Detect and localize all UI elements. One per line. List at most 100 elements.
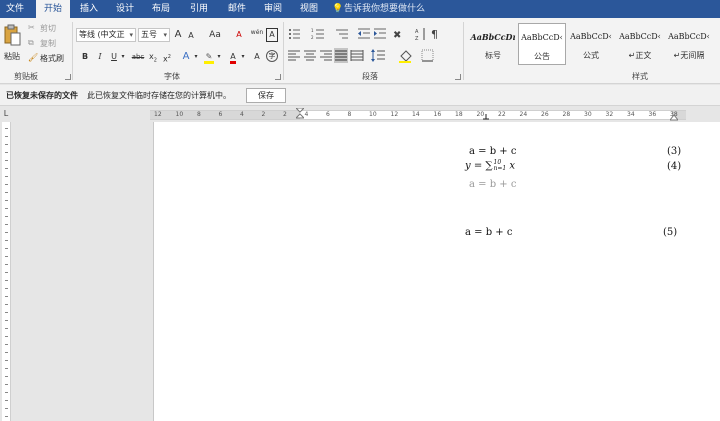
ruler-tick xyxy=(5,232,8,233)
font-color-button[interactable]: A xyxy=(227,50,239,64)
save-button[interactable]: 保存 xyxy=(246,88,286,103)
tab-file[interactable]: 文件 xyxy=(0,0,30,18)
chinese-layout-icon[interactable]: ✖ xyxy=(393,30,401,41)
format-painter-button[interactable]: 🖌 格式刷 xyxy=(28,53,70,65)
chevron-down-icon: ▾ xyxy=(163,31,167,39)
borders-icon[interactable] xyxy=(421,49,434,62)
tab-review[interactable]: 审阅 xyxy=(258,0,288,18)
strikethrough-button[interactable]: abc xyxy=(130,50,146,64)
italic-button[interactable]: I xyxy=(95,50,105,64)
ruler-margin-left xyxy=(150,111,300,119)
ruler-tick xyxy=(5,320,8,321)
eq2-suffix: x xyxy=(506,160,516,172)
char-shading-icon[interactable]: A xyxy=(251,50,263,64)
align-center-icon[interactable] xyxy=(304,50,316,61)
enclose-char-icon[interactable]: 字 xyxy=(266,50,278,62)
shrink-font-button[interactable]: A xyxy=(186,29,196,43)
tell-me-search[interactable]: 💡告诉我你想要做什么 xyxy=(332,0,425,18)
tab-view[interactable]: 视图 xyxy=(294,0,324,18)
chevron-down-icon[interactable]: ▾ xyxy=(216,50,222,64)
align-left-icon[interactable] xyxy=(288,50,300,61)
indent-marker-icon[interactable] xyxy=(296,108,304,120)
eq2-prefix: y = ∑ xyxy=(465,160,493,172)
decrease-indent-icon[interactable] xyxy=(358,28,370,39)
chevron-down-icon[interactable]: ▾ xyxy=(193,50,199,64)
copy-button[interactable]: ⧉ 复制 xyxy=(28,38,62,50)
right-indent-marker-icon[interactable] xyxy=(670,115,678,121)
ruler-tick xyxy=(5,192,8,193)
char-border-button[interactable]: A xyxy=(266,28,278,42)
equation-number-2: (4) xyxy=(667,161,682,172)
show-marks-icon[interactable]: ¶ xyxy=(431,28,438,41)
increase-indent-icon[interactable] xyxy=(374,28,386,39)
style-item-zhengwen[interactable]: AaBbCcD‹ ↵正文 xyxy=(616,23,664,65)
svg-text:Z: Z xyxy=(415,36,419,42)
font-size-value: 五号 xyxy=(141,30,157,39)
justify-icon[interactable] xyxy=(334,48,348,63)
ruler-tick xyxy=(5,256,8,257)
tab-home[interactable]: 开始 xyxy=(36,0,70,18)
font-size-select[interactable]: 五号 ▾ xyxy=(138,28,170,42)
underline-button[interactable]: U xyxy=(109,50,119,64)
paragraph-group-label: 段落 xyxy=(362,72,378,81)
tab-design[interactable]: 设计 xyxy=(110,0,140,18)
chevron-down-icon: ▾ xyxy=(129,31,133,39)
phonetic-guide-button[interactable]: wén xyxy=(250,26,264,40)
tab-stop-icon[interactable] xyxy=(483,114,489,120)
tab-references[interactable]: 引用 xyxy=(184,0,214,18)
ruler-number: 12 xyxy=(390,111,399,118)
tab-selector[interactable]: L xyxy=(0,106,12,122)
ruler-tick xyxy=(5,240,8,241)
tab-layout[interactable]: 布局 xyxy=(146,0,176,18)
ruler-tick xyxy=(5,400,8,401)
chevron-down-icon[interactable]: ▾ xyxy=(240,50,246,64)
paste-button[interactable]: 粘贴 xyxy=(2,22,22,66)
style-item-gongshi[interactable]: AaBbCcD‹ 公式 xyxy=(567,23,615,65)
document-page[interactable]: a = b + c (3) y = ∑ 10 n=1 x (4) a = b + c… xyxy=(153,122,720,421)
brush-icon: 🖌 xyxy=(28,53,39,62)
multilevel-list-icon[interactable] xyxy=(336,29,348,39)
ruler-tick xyxy=(5,136,8,137)
style-item-biaohao[interactable]: AaBbCcDı 标号 xyxy=(469,23,517,65)
vertical-ruler[interactable] xyxy=(2,122,11,421)
numbering-icon[interactable]: 12 xyxy=(311,28,324,40)
subscript-button[interactable]: x2 xyxy=(147,50,159,64)
cut-label: 剪切 xyxy=(40,24,56,33)
align-right-icon[interactable] xyxy=(320,50,332,61)
font-launcher-icon[interactable] xyxy=(275,74,281,80)
equation-4[interactable]: a = b + c xyxy=(465,227,512,238)
superscript-button[interactable]: x2 xyxy=(161,50,173,64)
font-family-select[interactable]: 等线 (中文正 ▾ xyxy=(76,28,136,42)
change-case-button[interactable]: Aa xyxy=(206,28,224,42)
cut-button[interactable]: ✂ 剪切 xyxy=(28,23,62,35)
equation-2[interactable]: y = ∑ 10 n=1 x xyxy=(465,160,515,172)
ruler-tick xyxy=(5,200,8,201)
clipboard-launcher-icon[interactable] xyxy=(65,74,71,80)
grow-font-button[interactable]: A xyxy=(172,28,184,42)
horizontal-ruler[interactable]: 12 10 8 6 4 2 2 4 6 8 10 12 14 16 18 20 22 24 26 28 30 32 34 36… xyxy=(150,108,686,121)
line-spacing-icon[interactable] xyxy=(371,49,385,62)
infobar-title: 已恢复未保存的文件 xyxy=(6,91,78,100)
bullets-icon[interactable] xyxy=(289,29,300,39)
style-item-wujiange[interactable]: AaBbCcD‹ ↵无间隔 xyxy=(665,23,713,65)
svg-text:✖: ✖ xyxy=(393,30,401,41)
bold-button[interactable]: B xyxy=(80,50,90,64)
distributed-icon[interactable] xyxy=(350,50,364,61)
style-item-gonggao[interactable]: AaBbCcD‹ 公告 xyxy=(518,23,566,65)
equation-3-preview[interactable]: a = b + c xyxy=(469,179,516,190)
sort-icon[interactable]: AZ xyxy=(415,28,425,42)
tab-insert[interactable]: 插入 xyxy=(74,0,104,18)
ruler-tick xyxy=(5,408,8,409)
shading-icon[interactable] xyxy=(399,50,412,63)
highlighter-icon[interactable]: ✎ xyxy=(203,50,215,64)
ruler-tick xyxy=(5,296,8,297)
ruler-tick xyxy=(5,376,8,377)
tab-mailings[interactable]: 邮件 xyxy=(222,0,252,18)
text-effects-icon[interactable]: A xyxy=(180,50,192,64)
equation-1[interactable]: a = b + c xyxy=(469,146,516,157)
styles-gallery: AaBbCcDı 标号 AaBbCcD‹ 公告 AaBbCcD‹ 公式 AaBb… xyxy=(467,23,719,67)
svg-text:1: 1 xyxy=(311,28,314,33)
clear-format-icon[interactable]: A xyxy=(233,28,245,42)
paragraph-launcher-icon[interactable] xyxy=(455,74,461,80)
chevron-down-icon[interactable]: ▾ xyxy=(120,50,126,64)
